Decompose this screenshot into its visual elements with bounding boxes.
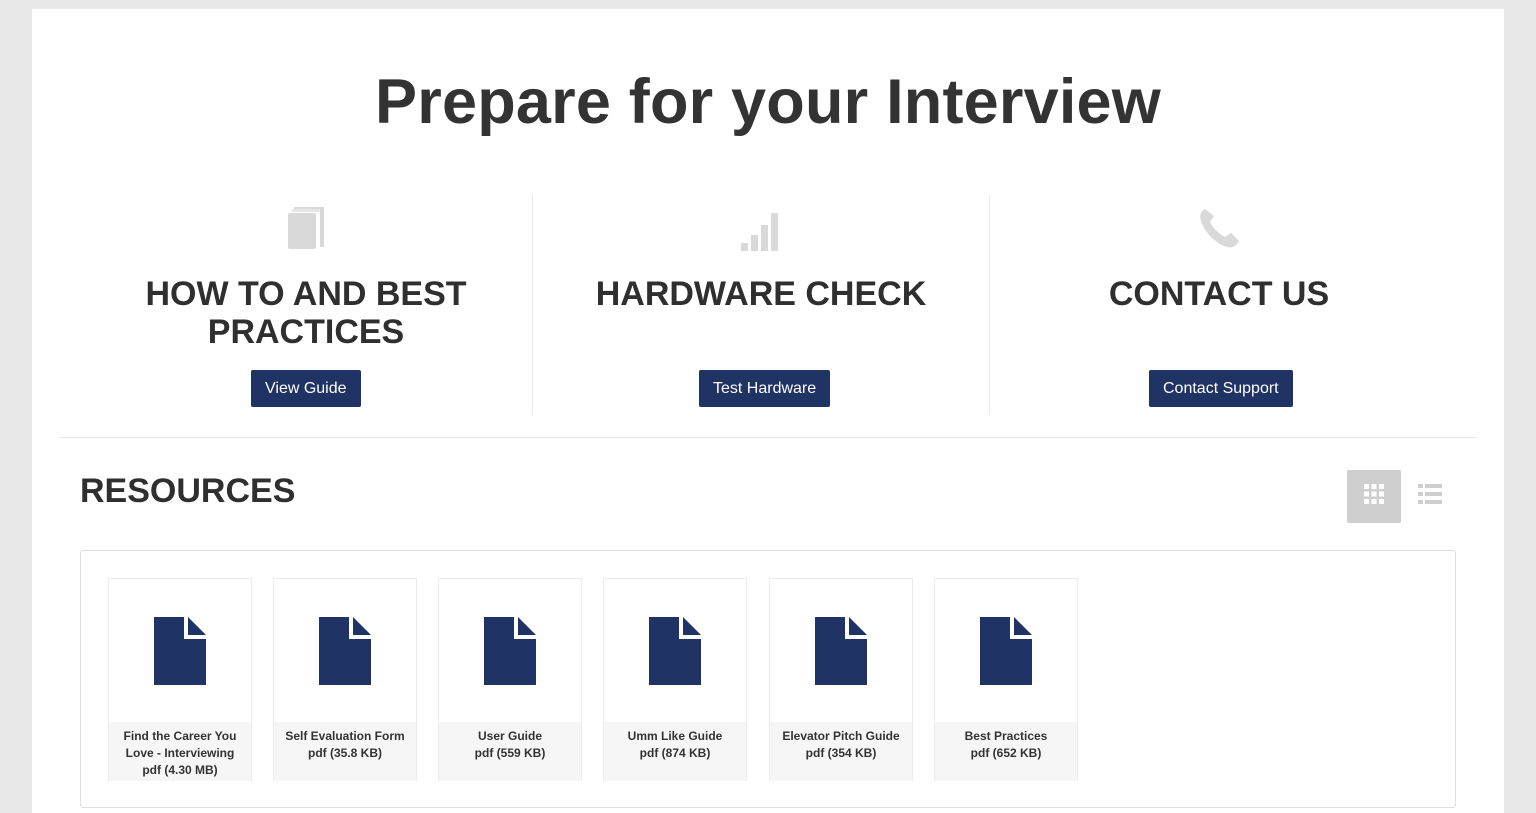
resources-container: Find the Career You Love - Interviewing … [80,550,1456,808]
resource-meta: pdf (354 KB) [805,746,877,760]
pdf-file-icon [935,579,1077,722]
resource-name: Find the Career You [123,729,237,743]
resource-card[interactable]: Elevator Pitch Guide pdf (354 KB) [769,578,913,781]
view-guide-button[interactable]: View Guide [251,370,361,407]
resource-caption: Elevator Pitch Guide pdf (354 KB) [770,722,912,781]
resource-caption: Best Practices pdf (652 KB) [935,722,1077,781]
resource-card[interactable]: Umm Like Guide pdf (874 KB) [603,578,747,781]
contact-support-button[interactable]: Contact Support [1149,370,1293,407]
resource-name: Elevator Pitch Guide [782,729,900,743]
signal-bars-icon [533,203,989,251]
grid-view-icon [1363,483,1385,510]
test-hardware-button[interactable]: Test Hardware [699,370,831,407]
book-icon [80,203,532,251]
resource-meta: pdf (559 KB) [474,746,546,760]
resource-card[interactable]: User Guide pdf (559 KB) [438,578,582,781]
grid-view-toggle[interactable] [1347,470,1401,523]
pdf-file-icon [770,579,912,722]
section-title: CONTACT US [1108,275,1330,313]
resource-caption: Umm Like Guide pdf (874 KB) [604,722,746,781]
resource-meta: pdf (652 KB) [970,746,1042,760]
resource-caption: Find the Career You Love - Interviewing … [109,722,251,781]
resource-card[interactable]: Find the Career You Love - Interviewing … [108,578,252,781]
resource-name: Umm Like Guide [627,729,723,743]
resource-meta: pdf (35.8 KB) [307,746,382,760]
section-contact-us: CONTACT US Contact Support [990,195,1448,415]
resource-caption: Self Evaluation Form pdf (35.8 KB) [274,722,416,781]
resource-caption: User Guide pdf (559 KB) [439,722,581,781]
section-title: HARDWARE CHECK [595,275,927,313]
resource-meta: pdf (4.30 MB) [142,763,218,777]
pdf-file-icon [604,579,746,722]
resource-meta: pdf (874 KB) [639,746,711,760]
resources-title: RESOURCES [80,472,296,510]
section-title-line: HOW TO AND BEST [145,275,467,313]
section-divider [59,437,1477,438]
section-title: HOW TO AND BEST PRACTICES [80,275,532,351]
phone-icon [990,203,1448,251]
resource-card[interactable]: Best Practices pdf (652 KB) [934,578,1078,781]
resource-name: Self Evaluation Form [285,729,405,743]
pdf-file-icon [109,579,251,722]
resource-name: Love - Interviewing [125,746,235,760]
list-view-icon [1418,483,1442,509]
section-how-to: HOW TO AND BEST PRACTICES View Guide [80,195,532,415]
pdf-file-icon [439,579,581,722]
resource-name: Best Practices [964,729,1048,743]
page-title: Prepare for your Interview [375,67,1161,137]
section-title-line: PRACTICES [207,313,405,351]
list-view-toggle[interactable] [1414,480,1446,512]
section-hardware-check: HARDWARE CHECK Test Hardware [532,195,990,415]
pdf-file-icon [274,579,416,722]
resource-card[interactable]: Self Evaluation Form pdf (35.8 KB) [273,578,417,781]
resource-name: User Guide [477,729,543,743]
